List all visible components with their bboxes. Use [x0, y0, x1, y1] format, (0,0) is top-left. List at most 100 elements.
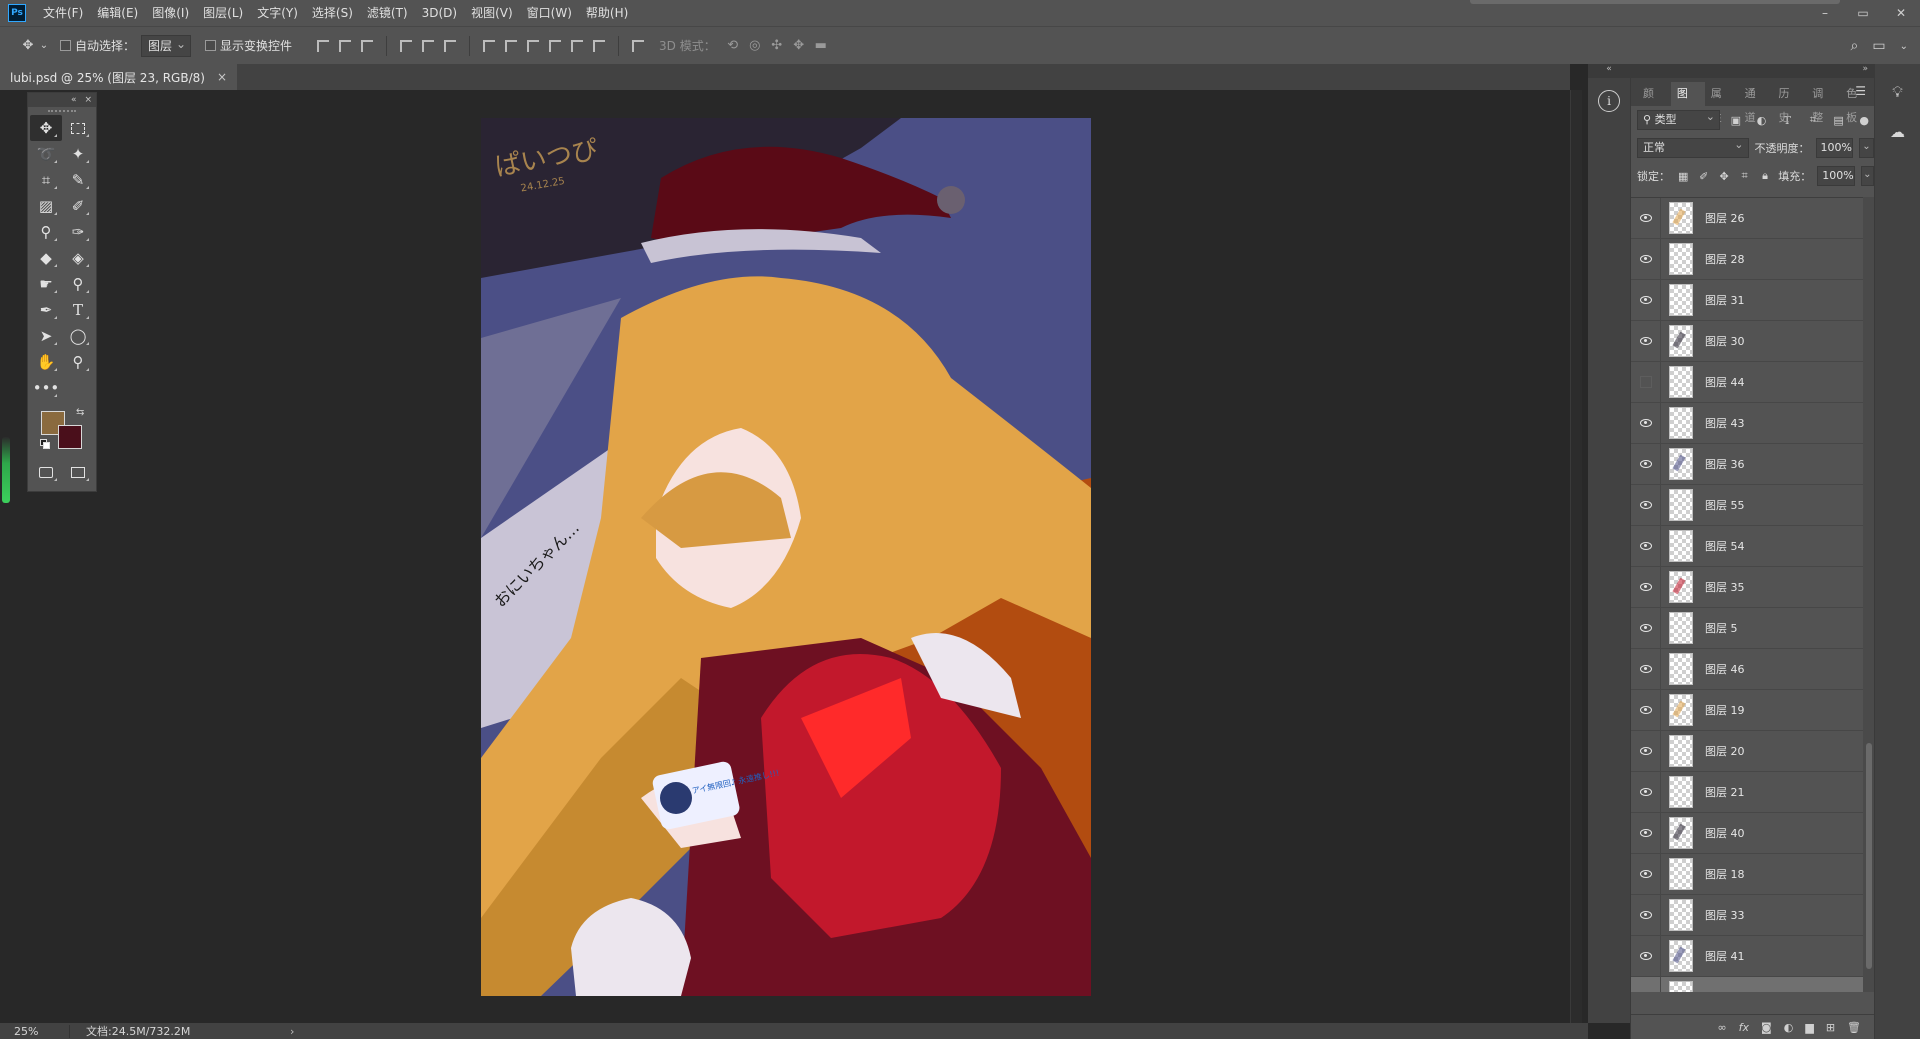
type-tool-icon[interactable]: T: [62, 297, 94, 323]
slide-3d-icon[interactable]: ✥: [788, 36, 810, 56]
menu-item[interactable]: 视图(V): [464, 0, 520, 26]
zoom-tool-icon[interactable]: ⚲: [62, 349, 94, 375]
visibility-eye-icon[interactable]: [1631, 894, 1661, 936]
quick-mask-icon[interactable]: [30, 459, 62, 485]
lock-position-icon[interactable]: ✥: [1717, 167, 1731, 185]
drag-3d-icon[interactable]: ✣: [766, 36, 788, 56]
layer-row[interactable]: 图层 21: [1631, 771, 1863, 813]
visibility-eye-icon[interactable]: [1631, 730, 1661, 772]
layer-row[interactable]: 图层 55: [1631, 484, 1863, 526]
layer-row[interactable]: 图层 44: [1631, 361, 1863, 403]
menu-item[interactable]: 滤镜(T): [360, 0, 415, 26]
collapse-icon[interactable]: «: [71, 95, 77, 105]
clone-stamp-tool-icon[interactable]: ⚲: [30, 219, 62, 245]
visibility-eye-icon[interactable]: [1631, 607, 1661, 649]
close-icon[interactable]: ×: [217, 70, 227, 84]
toolbox-grip[interactable]: [28, 107, 96, 115]
menu-item[interactable]: 文件(F): [36, 0, 90, 26]
crop-tool-icon[interactable]: ⌗: [30, 167, 62, 193]
align-right-icon[interactable]: [439, 36, 461, 56]
menu-item[interactable]: 3D(D): [415, 0, 464, 26]
eraser-tool-icon[interactable]: ◆: [30, 245, 62, 271]
visibility-eye-icon[interactable]: [1631, 689, 1661, 731]
layer-row[interactable]: 图层 26: [1631, 198, 1863, 239]
layer-row[interactable]: 图层 36: [1631, 443, 1863, 485]
dodge-tool-icon[interactable]: ⚲: [62, 271, 94, 297]
menu-item[interactable]: 选择(S): [305, 0, 360, 26]
layer-row[interactable]: 图层 30: [1631, 320, 1863, 362]
menu-item[interactable]: 帮助(H): [579, 0, 635, 26]
delete-layer-icon[interactable]: 🗑︎: [1847, 1021, 1861, 1034]
minimize-button[interactable]: –: [1806, 0, 1844, 26]
zoom-level[interactable]: 25%: [0, 1024, 70, 1038]
chevron-down-icon[interactable]: ⌄: [38, 36, 50, 56]
visibility-eye-icon[interactable]: [1631, 853, 1661, 895]
panel-tab[interactable]: 调整: [1806, 82, 1840, 124]
distribute-top-icon[interactable]: [478, 36, 500, 56]
layer-row[interactable]: 图层 23: [1631, 976, 1863, 992]
menu-item[interactable]: 图像(I): [145, 0, 196, 26]
orbit-3d-icon[interactable]: ⟲: [722, 36, 744, 56]
auto-select-checkbox[interactable]: [60, 40, 71, 51]
default-colors-icon[interactable]: [40, 439, 50, 449]
status-menu-arrow[interactable]: ›: [210, 1025, 294, 1038]
visibility-eye-icon[interactable]: [1631, 525, 1661, 567]
chevron-down-icon[interactable]: ⌄: [1860, 166, 1874, 186]
menu-item[interactable]: 文字(Y): [250, 0, 305, 26]
visibility-eye-icon[interactable]: [1631, 443, 1661, 485]
distribute-vcenter-icon[interactable]: [500, 36, 522, 56]
align-bottom-icon[interactable]: [356, 36, 378, 56]
marquee-tool-icon[interactable]: [62, 115, 94, 141]
pixel-filter-icon[interactable]: ▣: [1726, 111, 1746, 129]
visibility-eye-icon[interactable]: [1631, 361, 1661, 403]
layer-row[interactable]: 图层 31: [1631, 279, 1863, 321]
roll-3d-icon[interactable]: ◎: [744, 36, 766, 56]
visibility-eye-icon[interactable]: [1631, 279, 1661, 321]
chevron-down-icon[interactable]: ⌄: [1858, 138, 1874, 158]
smudge-tool-icon[interactable]: ☛: [30, 271, 62, 297]
lock-all-icon[interactable]: 🔒︎: [1758, 167, 1772, 185]
lightbulb-icon[interactable]: 💡︎: [1886, 80, 1910, 104]
ellipse-tool-icon[interactable]: ◯: [62, 323, 94, 349]
layer-row[interactable]: 图层 43: [1631, 402, 1863, 444]
workspace-icon[interactable]: ▭: [1872, 38, 1885, 54]
panel-tab[interactable]: 通道: [1739, 82, 1773, 124]
hand-tool-icon[interactable]: ✋: [30, 349, 62, 375]
lock-artboard-icon[interactable]: ⌗: [1737, 167, 1751, 185]
background-color-swatch[interactable]: [58, 425, 82, 449]
search-icon[interactable]: ⌕: [1851, 38, 1859, 54]
adjustment-layer-icon[interactable]: ◐: [1784, 1021, 1794, 1034]
layer-row[interactable]: 图层 5: [1631, 607, 1863, 649]
lasso-tool-icon[interactable]: ➰: [30, 141, 62, 167]
align-hcenter-icon[interactable]: [417, 36, 439, 56]
document-tab[interactable]: lubi.psd @ 25% (图层 23, RGB/8) ×: [0, 64, 237, 90]
auto-align-layers-icon[interactable]: [627, 36, 649, 56]
visibility-eye-icon[interactable]: [1631, 935, 1661, 977]
cloud-icon[interactable]: ☁: [1886, 120, 1910, 144]
new-group-icon[interactable]: ▆: [1805, 1021, 1813, 1034]
layer-row[interactable]: 图层 46: [1631, 648, 1863, 690]
workspace-scrollbar[interactable]: [1570, 90, 1582, 1023]
blend-mode-dropdown[interactable]: 正常: [1637, 136, 1749, 158]
chevron-down-icon[interactable]: ⌄: [1900, 41, 1908, 52]
opacity-input[interactable]: 100%: [1815, 138, 1853, 158]
close-window-button[interactable]: ✕: [1882, 0, 1920, 26]
swap-colors-icon[interactable]: ⇆: [76, 407, 84, 418]
lock-transparent-icon[interactable]: ▦: [1676, 167, 1690, 185]
screen-mode-icon[interactable]: [62, 459, 94, 485]
layer-row[interactable]: 图层 28: [1631, 238, 1863, 280]
move-tool-preset-icon[interactable]: ✥: [18, 36, 38, 56]
layer-row[interactable]: 图层 19: [1631, 689, 1863, 731]
menu-item[interactable]: 编辑(E): [90, 0, 145, 26]
visibility-eye-icon[interactable]: [1631, 771, 1661, 813]
close-icon[interactable]: ×: [84, 95, 92, 105]
lock-image-icon[interactable]: ✐: [1696, 167, 1710, 185]
layer-row[interactable]: 图层 40: [1631, 812, 1863, 854]
align-left-icon[interactable]: [395, 36, 417, 56]
distribute-hcenter-icon[interactable]: [566, 36, 588, 56]
distribute-right-icon[interactable]: [588, 36, 610, 56]
layer-row[interactable]: 图层 20: [1631, 730, 1863, 772]
panel-tab[interactable]: 历史: [1772, 82, 1806, 124]
brush-tool-icon[interactable]: ✐: [62, 193, 94, 219]
layer-row[interactable]: 图层 41: [1631, 935, 1863, 977]
